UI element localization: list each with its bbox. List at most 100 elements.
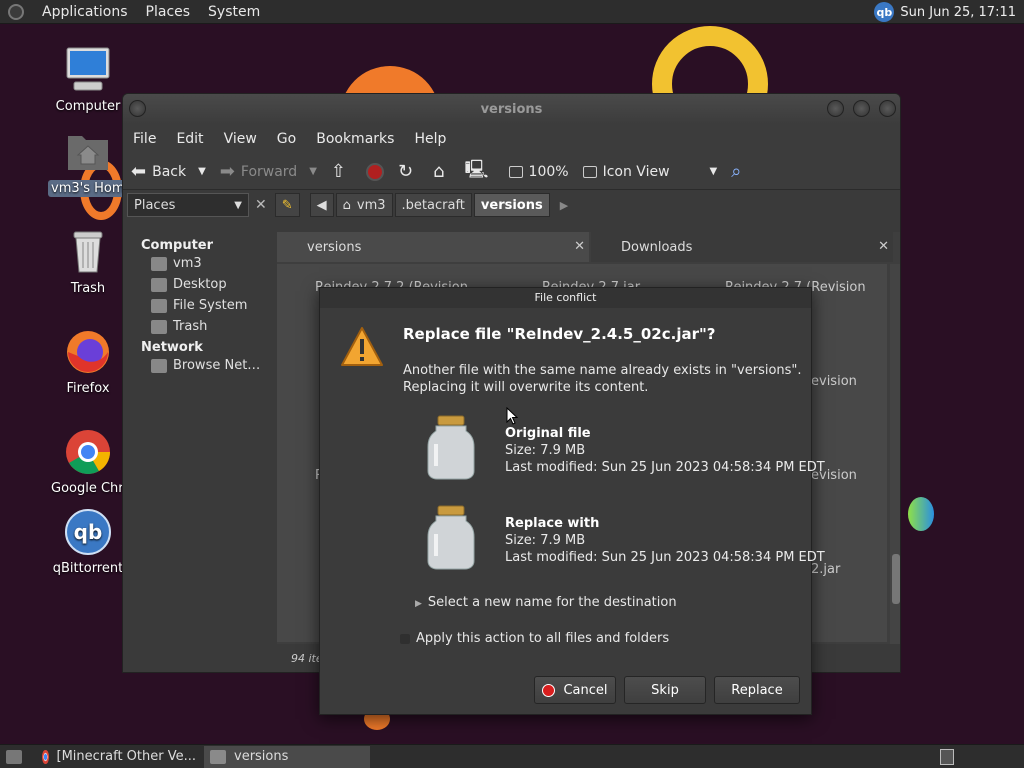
minimize-button[interactable]	[827, 100, 844, 117]
sidebar-item-trash[interactable]: Trash	[151, 319, 273, 334]
desktop-icon-firefox[interactable]: Firefox	[43, 328, 133, 401]
tab-downloads[interactable]: Downloads ✕	[591, 232, 893, 262]
menu-edit[interactable]: Edit	[176, 131, 203, 147]
back-arrow-icon: ⬅	[131, 161, 147, 182]
apply-all-label: Apply this action to all files and folde…	[416, 631, 670, 646]
computer-button[interactable]: 🖳	[465, 157, 495, 187]
sidebar-item-vm3[interactable]: vm3	[151, 256, 273, 271]
dialog-heading: Replace file "ReIndev_2.4.5_02c.jar"?	[403, 325, 716, 343]
menu-file[interactable]: File	[133, 131, 156, 147]
checkbox-box[interactable]	[400, 633, 410, 644]
button-label: Cancel	[563, 682, 608, 698]
jar-file-icon	[426, 414, 476, 480]
close-tab-icon[interactable]: ✕	[574, 239, 585, 254]
breadcrumb-label: vm3	[356, 197, 386, 213]
desktop-icon-chrome[interactable]: Google Chrome	[43, 428, 133, 501]
places-menu[interactable]: Places	[146, 4, 191, 20]
forward-history-dropdown-icon[interactable]: ▼	[309, 166, 317, 177]
window-titlebar[interactable]: versions	[123, 94, 900, 124]
vertical-scrollbar[interactable]	[890, 264, 900, 644]
reload-button[interactable]: ↻	[398, 161, 419, 182]
menu-view[interactable]: View	[224, 131, 257, 147]
taskbar-item-versions[interactable]: versions	[204, 745, 370, 768]
stop-icon	[366, 162, 384, 181]
desktop-icon-computer[interactable]: Computer	[43, 46, 133, 119]
tab-versions[interactable]: versions ✕	[277, 232, 589, 262]
menu-go[interactable]: Go	[277, 131, 296, 147]
new-name-expander[interactable]: ▶ Select a new name for the destination	[415, 595, 677, 610]
home-icon	[151, 256, 167, 271]
zoom-out-icon[interactable]	[508, 165, 523, 178]
status-text: 94 ite	[291, 652, 323, 665]
desktop-icon-label: Trash	[70, 281, 106, 296]
close-sidebar-icon[interactable]: ✕	[255, 197, 267, 213]
jar-file-icon	[426, 504, 476, 570]
menu-help[interactable]: Help	[414, 131, 446, 147]
breadcrumb-left-button[interactable]: ◀	[309, 193, 334, 217]
desktop-icon-qbittorrent[interactable]: qb qBittorrent	[43, 508, 133, 581]
system-menu[interactable]: System	[208, 4, 260, 20]
qbittorrent-tray-icon[interactable]: qb	[874, 2, 895, 22]
replace-button[interactable]: Replace	[714, 676, 800, 704]
network-icon	[151, 358, 167, 373]
menu-bookmarks[interactable]: Bookmarks	[316, 131, 394, 147]
forward-arrow-icon: ➡	[219, 161, 235, 182]
replacement-file-modified: Last modified: Sun 25 Jun 2023 04:58:34 …	[505, 550, 825, 565]
clock[interactable]: Sun Jun 25, 17:11	[900, 5, 1016, 20]
apply-all-checkbox[interactable]: Apply this action to all files and folde…	[400, 631, 669, 646]
places-sidebar: Computer vm3 Desktop File System Trash N…	[123, 232, 273, 672]
gnome-foot-icon[interactable]	[8, 3, 24, 20]
search-button[interactable]: ⌕	[731, 161, 747, 182]
breadcrumb-versions[interactable]: versions	[473, 193, 550, 217]
desktop-icon-trash[interactable]: Trash	[43, 228, 133, 301]
zoom-control[interactable]: 100%	[508, 164, 569, 180]
message-line: Replacing it will overwrite its content.	[403, 380, 649, 395]
show-desktop-button[interactable]	[0, 746, 28, 768]
window-menu-button[interactable]	[129, 100, 146, 117]
button-label: Skip	[651, 682, 679, 698]
close-tab-icon[interactable]: ✕	[878, 239, 889, 254]
scrollbar-thumb[interactable]	[892, 554, 900, 604]
breadcrumb-betacraft[interactable]: .betacraft	[394, 193, 472, 217]
close-window-button[interactable]	[879, 100, 896, 117]
tab-bar: versions ✕ Downloads ✕	[277, 232, 900, 262]
menubar: File Edit View Go Bookmarks Help	[123, 124, 900, 154]
sidebar-item-file-system[interactable]: File System	[151, 298, 273, 313]
forward-button[interactable]: ➡ Forward ▼	[220, 161, 317, 182]
firefox-icon	[64, 328, 112, 376]
stop-button[interactable]	[366, 162, 384, 181]
sidebar-item-label: Browse Net…	[173, 358, 261, 373]
breadcrumb-vm3[interactable]: ⌂ vm3	[335, 193, 393, 217]
sidebar-item-desktop[interactable]: Desktop	[151, 277, 273, 292]
cancel-button[interactable]: Cancel	[534, 676, 616, 704]
view-mode-label: Icon View	[602, 163, 670, 180]
up-button[interactable]: ⇧	[331, 161, 352, 182]
desktop-icon-home[interactable]: vm3's Home	[43, 128, 133, 201]
home-icon: ⌂	[433, 161, 445, 182]
trash-applet-icon[interactable]	[940, 749, 954, 765]
file-item[interactable]: evision	[811, 374, 857, 389]
replacement-file-info: Replace with Size: 7.9 MB Last modified:…	[505, 515, 825, 566]
skip-button[interactable]: Skip	[624, 676, 706, 704]
breadcrumb-right-icon[interactable]: ▶	[560, 199, 568, 212]
panel-menu: Applications Places System	[0, 0, 278, 24]
sidebar-item-browse-network[interactable]: Browse Net…	[151, 358, 273, 373]
home-button[interactable]: ⌂	[433, 161, 450, 182]
sidebar-item-label: vm3	[173, 256, 202, 271]
back-button[interactable]: ⬅ Back ▼	[131, 161, 206, 182]
back-history-dropdown-icon[interactable]: ▼	[198, 166, 206, 177]
chevron-down-icon: ▼	[709, 166, 718, 177]
forward-label: Forward	[240, 163, 298, 180]
applications-menu[interactable]: Applications	[42, 4, 128, 20]
sidebar-item-label: Desktop	[173, 277, 227, 292]
taskbar-item-chrome[interactable]: [Minecraft Other Ve...	[36, 746, 202, 768]
edit-location-button[interactable]: ✎	[274, 193, 300, 217]
computer-icon	[64, 46, 112, 94]
sidebar-type-select[interactable]: Places ▼	[127, 193, 249, 217]
dialog-title: File conflict	[320, 288, 811, 308]
button-label: Replace	[731, 682, 783, 698]
maximize-button[interactable]	[853, 100, 870, 117]
window-title: versions	[480, 101, 543, 117]
zoom-in-icon[interactable]	[582, 165, 597, 178]
view-mode-select[interactable]: Icon View ▼	[582, 163, 718, 180]
